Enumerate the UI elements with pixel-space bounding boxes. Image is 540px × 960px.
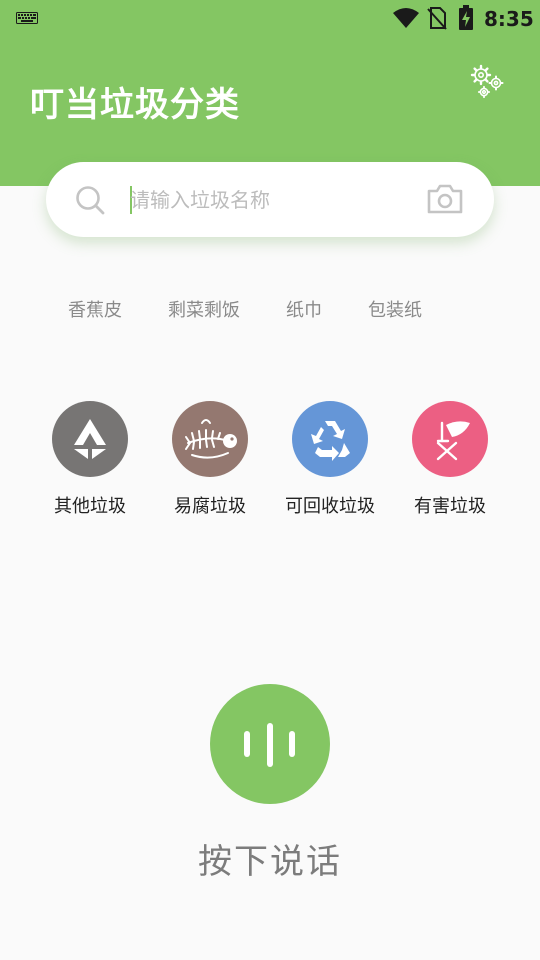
hot-word-wrapping-paper[interactable]: 包装纸	[368, 296, 422, 326]
camera-button[interactable]	[426, 182, 464, 220]
category-icon-circle	[52, 401, 128, 477]
wifi-icon	[393, 8, 419, 28]
hot-word-banana-peel[interactable]: 香蕉皮	[68, 296, 122, 326]
recycle-icon	[311, 421, 350, 461]
category-label: 有害垃圾	[414, 496, 486, 517]
status-time: 8:35	[484, 7, 534, 31]
battery-charging-icon	[459, 5, 473, 30]
voice-input-button[interactable]	[210, 684, 330, 804]
voice-hint-label: 按下说话	[198, 842, 342, 882]
category-food-waste[interactable]: 易腐垃圾	[150, 401, 270, 525]
camera-icon	[427, 184, 463, 214]
settings-button[interactable]	[468, 62, 508, 102]
other-waste-icon	[74, 419, 106, 459]
category-hazardous[interactable]: 有害垃圾	[390, 401, 510, 525]
hot-keywords: 香蕉皮 剩菜剩饭 纸巾 包装纸	[0, 296, 540, 326]
fish-bone-icon	[185, 419, 237, 459]
voice-wave-icon	[244, 723, 295, 767]
hot-word-leftovers[interactable]: 剩菜剩饭	[168, 296, 240, 326]
hazardous-waste-icon	[436, 421, 470, 461]
category-label: 可回收垃圾	[285, 496, 375, 517]
category-label: 其他垃圾	[54, 496, 126, 517]
search-bar[interactable]	[46, 162, 494, 237]
category-icon-circle	[412, 401, 488, 477]
hot-word-tissue[interactable]: 纸巾	[286, 296, 322, 326]
gear-icon	[470, 64, 504, 99]
category-label: 易腐垃圾	[174, 496, 246, 517]
no-sim-icon	[427, 7, 447, 30]
search-input[interactable]	[130, 180, 410, 220]
category-recyclable[interactable]: 可回收垃圾	[270, 401, 390, 525]
status-bar: 8:35	[0, 0, 540, 38]
search-icon	[76, 186, 105, 215]
category-icon-circle	[172, 401, 248, 477]
category-other-waste[interactable]: 其他垃圾	[30, 401, 150, 525]
page-title: 叮当垃圾分类	[30, 85, 240, 125]
keyboard-icon	[16, 12, 38, 24]
app-header: 8:35 叮当垃圾分类	[0, 0, 540, 186]
category-icon-circle	[292, 401, 368, 477]
